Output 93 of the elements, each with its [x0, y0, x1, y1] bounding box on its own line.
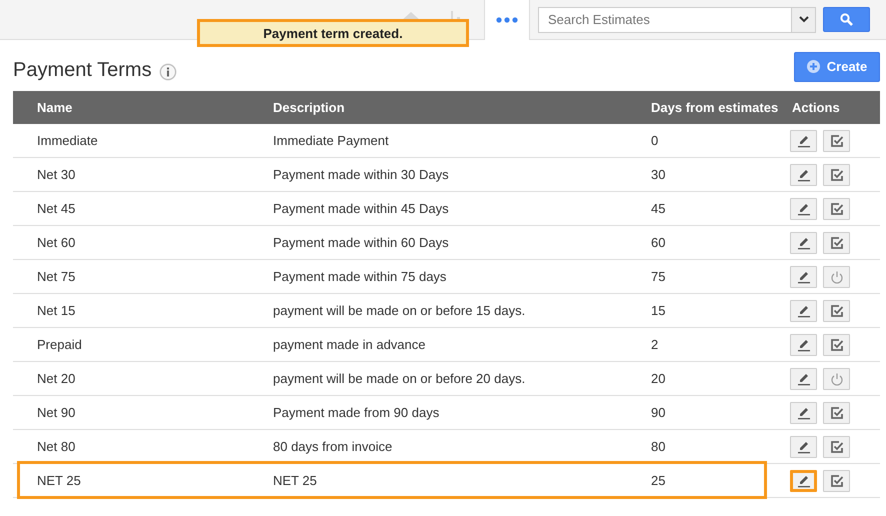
column-header: Description	[272, 100, 346, 115]
pencil-icon	[796, 474, 810, 488]
success-toast: Payment term created.	[197, 19, 469, 47]
search-icon	[840, 13, 853, 26]
pencil-icon	[796, 440, 810, 454]
checkbox-icon	[830, 168, 844, 182]
column-header: Days from estimates	[650, 100, 780, 115]
checkbox-icon	[830, 474, 844, 488]
pencil-icon	[796, 134, 810, 148]
pencil-icon	[796, 406, 810, 420]
toggle-button[interactable]	[823, 368, 850, 390]
pencil-icon	[796, 338, 810, 352]
power-icon	[830, 372, 844, 386]
pencil-icon	[796, 372, 810, 386]
toggle-button[interactable]	[823, 130, 850, 152]
edit-button[interactable]	[790, 164, 817, 186]
table-cell-text: payment made in advance	[272, 337, 426, 352]
toggle-button[interactable]	[823, 470, 850, 492]
table-cell-text: 45	[650, 201, 666, 216]
edit-button[interactable]	[790, 232, 817, 254]
table-cell-text: Net 30	[36, 167, 76, 182]
column-header: Name	[36, 100, 74, 115]
edit-button[interactable]	[790, 436, 817, 458]
table-cell-text: 2	[650, 337, 660, 352]
table-cell-text: 75	[650, 269, 666, 284]
edit-button[interactable]	[790, 402, 817, 424]
table-cell-text: 25	[650, 473, 666, 488]
table-cell-text: Net 80	[36, 439, 76, 454]
toggle-button[interactable]	[823, 436, 850, 458]
table-cell-text: 30	[650, 167, 666, 182]
checkbox-icon	[830, 304, 844, 318]
table-cell-text: 0	[650, 133, 660, 148]
plus-circle-icon	[806, 60, 820, 73]
table-cell-text: Payment made within 75 days	[272, 269, 448, 284]
edit-button[interactable]	[790, 334, 817, 356]
table-cell-text: payment will be made on or before 20 days.	[272, 371, 526, 386]
table-cell-text: 80 days from invoice	[272, 439, 394, 454]
toggle-button[interactable]	[823, 198, 850, 220]
pencil-icon	[796, 270, 810, 284]
table-cell-text: Prepaid	[36, 337, 83, 352]
page-title: Payment Terms	[13, 59, 152, 82]
table-cell-text: Payment made from 90 days	[272, 405, 440, 420]
column-header: Actions	[791, 100, 841, 115]
checkbox-icon	[830, 236, 844, 250]
edit-button[interactable]	[790, 130, 817, 152]
more-icon	[496, 16, 518, 22]
table-cell-text: 80	[650, 439, 666, 454]
table-cell-text: Immediate	[36, 133, 99, 148]
edit-button[interactable]	[790, 470, 817, 492]
table-cell-text: NET 25	[36, 473, 82, 488]
power-icon	[830, 270, 844, 284]
table-cell-text: 15	[650, 303, 666, 318]
table-cell-text: payment will be made on or before 15 days.	[272, 303, 526, 318]
toggle-button[interactable]	[823, 402, 850, 424]
table-cell-text: 20	[650, 371, 666, 386]
toggle-button[interactable]	[823, 232, 850, 254]
table-cell-text: NET 25	[272, 473, 318, 488]
table-cell-text: Payment made within 45 Days	[272, 201, 450, 216]
edit-button[interactable]	[790, 368, 817, 390]
checkbox-icon	[830, 202, 844, 216]
table-cell-text: 90	[650, 405, 666, 420]
pencil-icon	[796, 202, 810, 216]
table-cell-text: Payment made within 30 Days	[272, 167, 450, 182]
edit-button[interactable]	[790, 266, 817, 288]
pencil-icon	[796, 168, 810, 182]
table-cell-text: Payment made within 60 Days	[272, 235, 450, 250]
pencil-icon	[796, 304, 810, 318]
table-cell-text: Net 90	[36, 405, 76, 420]
table-cell-text: 60	[650, 235, 666, 250]
table-cell-text: Net 20	[36, 371, 76, 386]
table-cell-text: Net 60	[36, 235, 76, 250]
table-cell-text: Net 75	[36, 269, 76, 284]
search-field[interactable]: Search Estimates	[538, 6, 792, 32]
search-button[interactable]	[823, 7, 870, 32]
table-cell-text: Net 15	[36, 303, 76, 318]
dropdown-button[interactable]	[792, 6, 816, 32]
table-cell-text: Immediate Payment	[272, 133, 390, 148]
checkbox-icon	[830, 440, 844, 454]
checkbox-icon	[830, 338, 844, 352]
checkbox-icon	[830, 406, 844, 420]
caret-icon	[798, 16, 808, 23]
toggle-button[interactable]	[823, 164, 850, 186]
more-tab[interactable]	[484, 0, 530, 40]
table-cell-text: Net 45	[36, 201, 76, 216]
pencil-icon	[796, 236, 810, 250]
checkbox-icon	[830, 134, 844, 148]
edit-button[interactable]	[790, 198, 817, 220]
toggle-button[interactable]	[823, 266, 850, 288]
edit-button[interactable]	[790, 300, 817, 322]
toggle-button[interactable]	[823, 300, 850, 322]
info-icon[interactable]	[158, 62, 177, 80]
toggle-button[interactable]	[823, 334, 850, 356]
create-button[interactable]: Create	[794, 52, 880, 82]
